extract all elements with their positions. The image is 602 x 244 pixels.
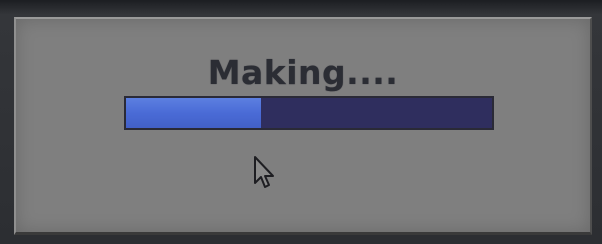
- window-background: Making....: [0, 0, 602, 244]
- arrow-pointer-icon: [254, 156, 274, 188]
- dialog-title: Making....: [207, 53, 399, 92]
- progress-bar: [124, 96, 494, 130]
- progress-bar-fill: [126, 98, 262, 128]
- progress-dialog: Making....: [14, 17, 592, 235]
